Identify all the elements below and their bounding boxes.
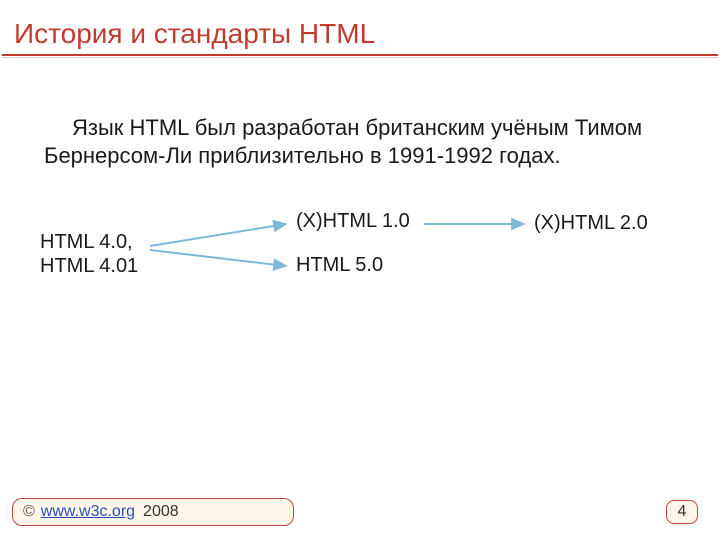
page-number: 4 [666, 500, 698, 524]
arrow-html4-to-html5 [150, 250, 286, 266]
arrow-html4-to-xhtml1 [150, 224, 286, 246]
node-html5: HTML 5.0 [296, 254, 383, 277]
footer-year: 2008 [143, 503, 179, 521]
footer-badge: © www.w3c.org 2008 [12, 498, 294, 526]
title-underline [2, 54, 718, 56]
node-xhtml2: (X)HTML 2.0 [534, 212, 648, 235]
slide-title: История и стандарты HTML [0, 18, 720, 50]
node-xhtml1: (X)HTML 1.0 [296, 210, 410, 233]
copyright-symbol: © [23, 503, 35, 521]
standards-diagram: HTML 4.0, HTML 4.01 (X)HTML 1.0 HTML 5.0… [0, 206, 720, 326]
node-html4: HTML 4.0, HTML 4.01 [40, 230, 138, 278]
body-paragraph: Язык HTML был разработан британским учён… [0, 56, 720, 170]
slide: История и стандарты HTML Язык HTML был р… [0, 0, 720, 540]
footer-link[interactable]: www.w3c.org [41, 503, 135, 521]
